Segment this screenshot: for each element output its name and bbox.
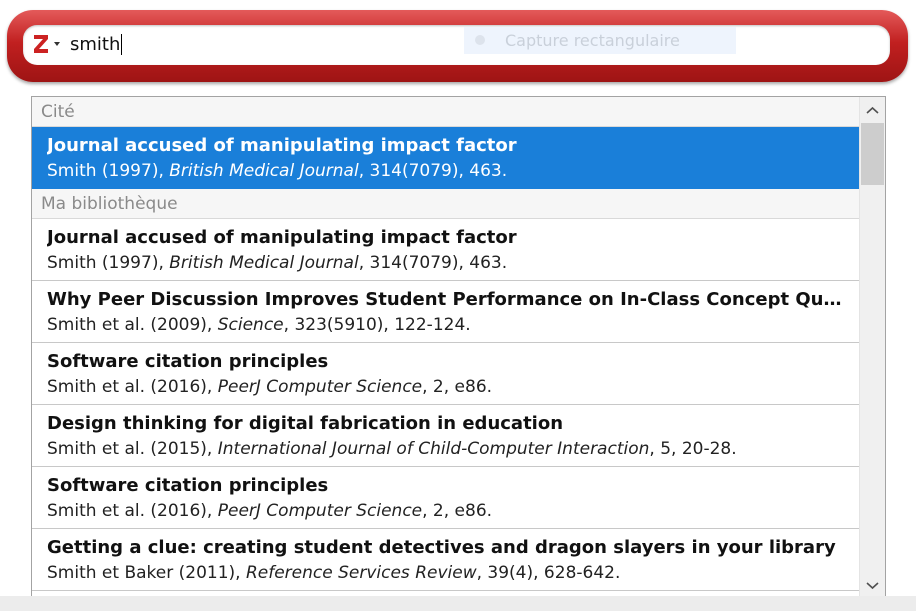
item-details: , 2, e86.	[422, 501, 493, 521]
item-title: Software citation principles	[47, 475, 329, 496]
item-details: , 39(4), 628-642.	[476, 563, 621, 583]
capture-overlay-label: Capture rectangulaire	[505, 31, 680, 50]
item-venue: PeerJ Computer Science	[217, 501, 423, 521]
search-field[interactable]: smith Capture rectangulaire	[23, 25, 890, 65]
section-header-cited: Cité	[32, 97, 859, 127]
zotero-logo-icon[interactable]	[32, 32, 50, 56]
item-title: Design thinking for digital fabrication …	[47, 413, 564, 434]
chevron-down-icon[interactable]	[54, 42, 60, 46]
item-citation: Smith et Baker (2011), Reference Service…	[47, 561, 859, 585]
list-item[interactable]: Journal accused of manipulating impact f…	[32, 219, 859, 281]
item-venue: PeerJ Computer Science	[217, 377, 423, 397]
list-item[interactable]: Getting a clue: creating student detecti…	[32, 529, 859, 591]
results-dropdown: Cité Journal accused of manipulating imp…	[31, 96, 886, 598]
list-item[interactable]: Journal accused of manipulating impact f…	[32, 127, 859, 189]
item-details: , 314(7079), 463.	[358, 253, 508, 273]
item-citation: Smith et al. (2015), International Journ…	[47, 437, 859, 461]
item-authors: Smith et al. (2016),	[47, 501, 218, 521]
item-title: Getting a clue: creating student detecti…	[47, 537, 836, 558]
item-citation: Smith (1997), British Medical Journal, 3…	[47, 251, 859, 275]
scrollbar-thumb[interactable]	[861, 123, 884, 185]
item-authors: Smith et al. (2016),	[47, 377, 218, 397]
chevron-down-icon[interactable]	[860, 573, 885, 597]
item-venue: Reference Services Review	[245, 563, 477, 583]
list-item[interactable]: Software citation principles Smith et al…	[32, 467, 859, 529]
item-citation: Smith et al. (2009), Science, 323(5910),…	[47, 313, 859, 337]
search-query: smith	[70, 34, 121, 55]
search-input[interactable]: smith	[70, 34, 123, 56]
list-item[interactable]: Design thinking for digital fabrication …	[32, 405, 859, 467]
list-item[interactable]: Why Peer Discussion Improves Student Per…	[32, 281, 859, 343]
item-details: , 2, e86.	[422, 377, 493, 397]
item-details: , 5, 20-28.	[649, 439, 737, 459]
item-citation: Smith et al. (2016), PeerJ Computer Scie…	[47, 375, 859, 399]
vertical-scrollbar[interactable]	[859, 97, 885, 597]
text-cursor	[121, 34, 123, 55]
item-authors: Smith et al. (2015),	[47, 439, 218, 459]
chevron-up-icon[interactable]	[860, 99, 885, 123]
capture-overlay: Capture rectangulaire	[464, 27, 736, 54]
item-citation: Smith (1997), British Medical Journal, 3…	[47, 159, 859, 183]
item-venue: International Journal of Child-Computer …	[217, 439, 650, 459]
item-details: , 314(7079), 463.	[358, 161, 508, 181]
item-authors: Smith et al. (2009),	[47, 315, 218, 335]
item-title: Journal accused of manipulating impact f…	[47, 135, 517, 156]
section-header-library: Ma bibliothèque	[32, 189, 859, 219]
item-venue: British Medical Journal	[169, 161, 359, 181]
item-title: Journal accused of manipulating impact f…	[47, 227, 517, 248]
quick-format-bar: smith Capture rectangulaire	[7, 10, 908, 82]
results-list: Cité Journal accused of manipulating imp…	[32, 97, 859, 597]
list-item[interactable]: Software citation principles Smith et al…	[32, 343, 859, 405]
item-authors: Smith (1997),	[47, 161, 170, 181]
item-title: Why Peer Discussion Improves Student Per…	[47, 289, 859, 310]
item-details: , 323(5910), 122-124.	[283, 315, 471, 335]
item-venue: Science	[217, 315, 284, 335]
item-authors: Smith (1997),	[47, 253, 170, 273]
item-citation: Smith et al. (2016), PeerJ Computer Scie…	[47, 499, 859, 523]
bottom-strip	[0, 596, 916, 611]
record-dot-icon	[475, 35, 485, 45]
item-venue: British Medical Journal	[169, 253, 359, 273]
item-authors: Smith et Baker (2011),	[47, 563, 246, 583]
item-title: Software citation principles	[47, 351, 329, 372]
